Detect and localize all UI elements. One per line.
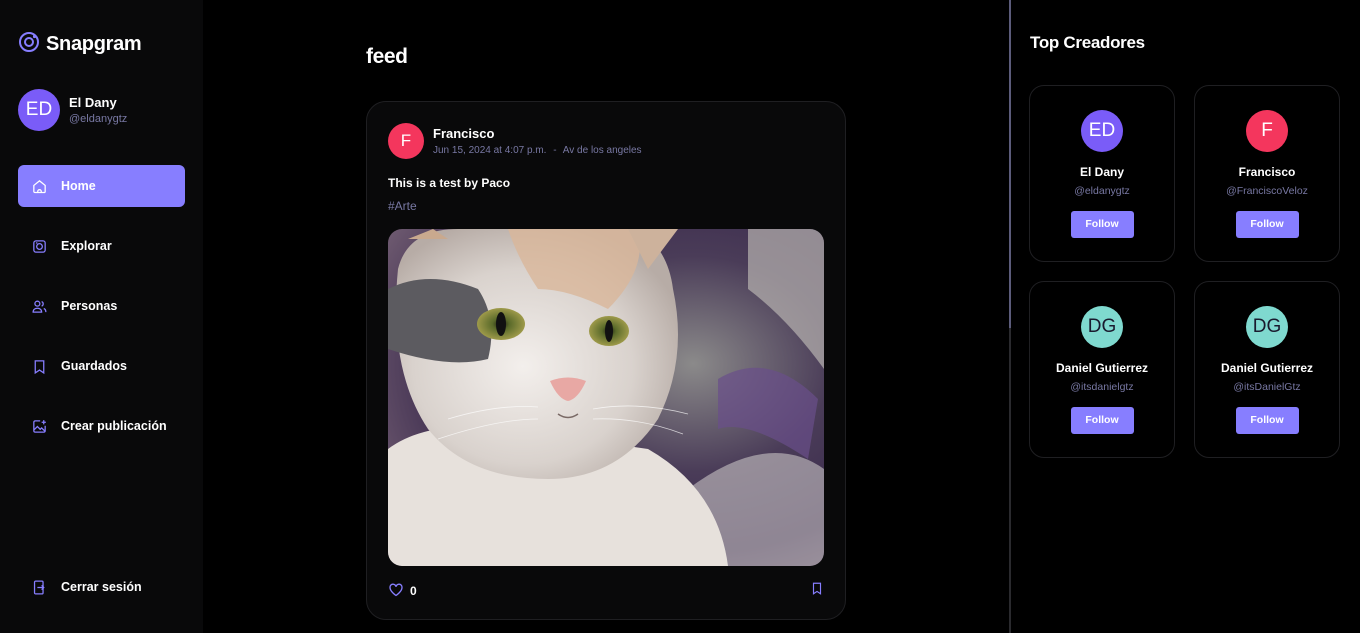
logout-icon (30, 578, 48, 596)
main-feed: feed F Francisco Jun 15, 2024 at 4:07 p.… (203, 0, 1010, 633)
like-control: 0 (388, 582, 417, 600)
follow-button[interactable]: Follow (1070, 407, 1134, 434)
nav-item-personas[interactable]: Personas (18, 285, 185, 327)
post-date: Jun 15, 2024 at 4:07 p.m. (433, 145, 547, 156)
cat-photo (388, 229, 824, 566)
creator-handle: @FranciscoVeloz (1226, 185, 1308, 197)
nav-label-crear-publicacion: Crear publicación (61, 419, 167, 433)
user-avatar[interactable]: ED (18, 89, 60, 131)
nav-label-explorar: Explorar (61, 239, 112, 253)
nav-label-guardados: Guardados (61, 359, 127, 373)
post-author-avatar[interactable]: F (388, 123, 424, 159)
creator-avatar: ED (1081, 110, 1123, 152)
follow-button[interactable]: Follow (1235, 211, 1299, 238)
nav-label-personas: Personas (61, 299, 118, 313)
post-image[interactable] (388, 229, 824, 566)
sidebar: Snapgram ED El Dany @eldanygtz Home Expl… (0, 0, 203, 633)
creator-card[interactable]: DG Daniel Gutierrez @itsDanielGtz Follow (1194, 281, 1340, 458)
page-title: feed (366, 45, 408, 68)
people-icon (30, 297, 48, 315)
app-logo[interactable]: Snapgram (18, 31, 142, 58)
user-profile[interactable]: ED El Dany @eldanygtz (18, 89, 127, 131)
post-meta-separator: - (553, 145, 557, 156)
creator-name: Daniel Gutierrez (1055, 361, 1149, 375)
post-header: F Francisco Jun 15, 2024 at 4:07 p.m. - … (388, 123, 646, 159)
user-name: El Dany (69, 95, 117, 110)
logout-label: Cerrar sesión (61, 580, 142, 594)
post-actions: 0 (388, 581, 824, 601)
logout-button[interactable]: Cerrar sesión (18, 566, 185, 608)
create-post-icon (30, 417, 48, 435)
creator-name: Francisco (1238, 165, 1296, 179)
creator-card[interactable]: DG Daniel Gutierrez @itsdanielgtz Follow (1029, 281, 1175, 458)
user-handle: @eldanygtz (69, 113, 128, 125)
nav-item-home[interactable]: Home (18, 165, 185, 207)
top-creators-title: Top Creadores (1030, 33, 1145, 52)
creator-avatar: DG (1246, 306, 1288, 348)
creator-handle: @eldanygtz (1074, 185, 1130, 197)
nav-item-crear-publicacion[interactable]: Crear publicación (18, 405, 185, 447)
bookmark-icon (30, 357, 48, 375)
like-count: 0 (410, 584, 417, 598)
nav-item-guardados[interactable]: Guardados (18, 345, 185, 387)
heart-icon[interactable] (388, 582, 404, 600)
creator-handle: @itsDanielGtz (1233, 381, 1301, 393)
save-bookmark-icon[interactable] (810, 581, 824, 601)
creator-avatar: DG (1081, 306, 1123, 348)
nav-item-explorar[interactable]: Explorar (18, 225, 185, 267)
post-card: F Francisco Jun 15, 2024 at 4:07 p.m. - … (366, 101, 846, 620)
top-creators-panel: Top Creadores ED El Dany @eldanygtz Foll… (1011, 0, 1360, 633)
follow-button[interactable]: Follow (1070, 211, 1134, 238)
home-icon (30, 177, 48, 195)
nav-label-home: Home (61, 179, 96, 193)
post-caption: This is a test by Paco (388, 176, 511, 190)
creator-card[interactable]: F Francisco @FranciscoVeloz Follow (1194, 85, 1340, 262)
creator-name: Daniel Gutierrez (1220, 361, 1314, 375)
post-author-name[interactable]: Francisco (433, 126, 646, 141)
creator-handle: @itsdanielgtz (1070, 381, 1134, 393)
main-nav: Home Explorar Personas Guardados Crear p… (18, 165, 185, 465)
creator-card[interactable]: ED El Dany @eldanygtz Follow (1029, 85, 1175, 262)
creator-name: El Dany (1079, 165, 1124, 179)
post-location: Av de los angeles (562, 145, 642, 156)
follow-button[interactable]: Follow (1235, 407, 1299, 434)
post-meta: Jun 15, 2024 at 4:07 p.m. - Av de los an… (433, 145, 646, 156)
creator-avatar: F (1246, 110, 1288, 152)
snapgram-logo-icon (18, 31, 40, 58)
app-name: Snapgram (46, 33, 142, 55)
logout-container: Cerrar sesión (18, 566, 185, 626)
post-tag[interactable]: #Arte (388, 199, 417, 213)
explore-icon (30, 237, 48, 255)
